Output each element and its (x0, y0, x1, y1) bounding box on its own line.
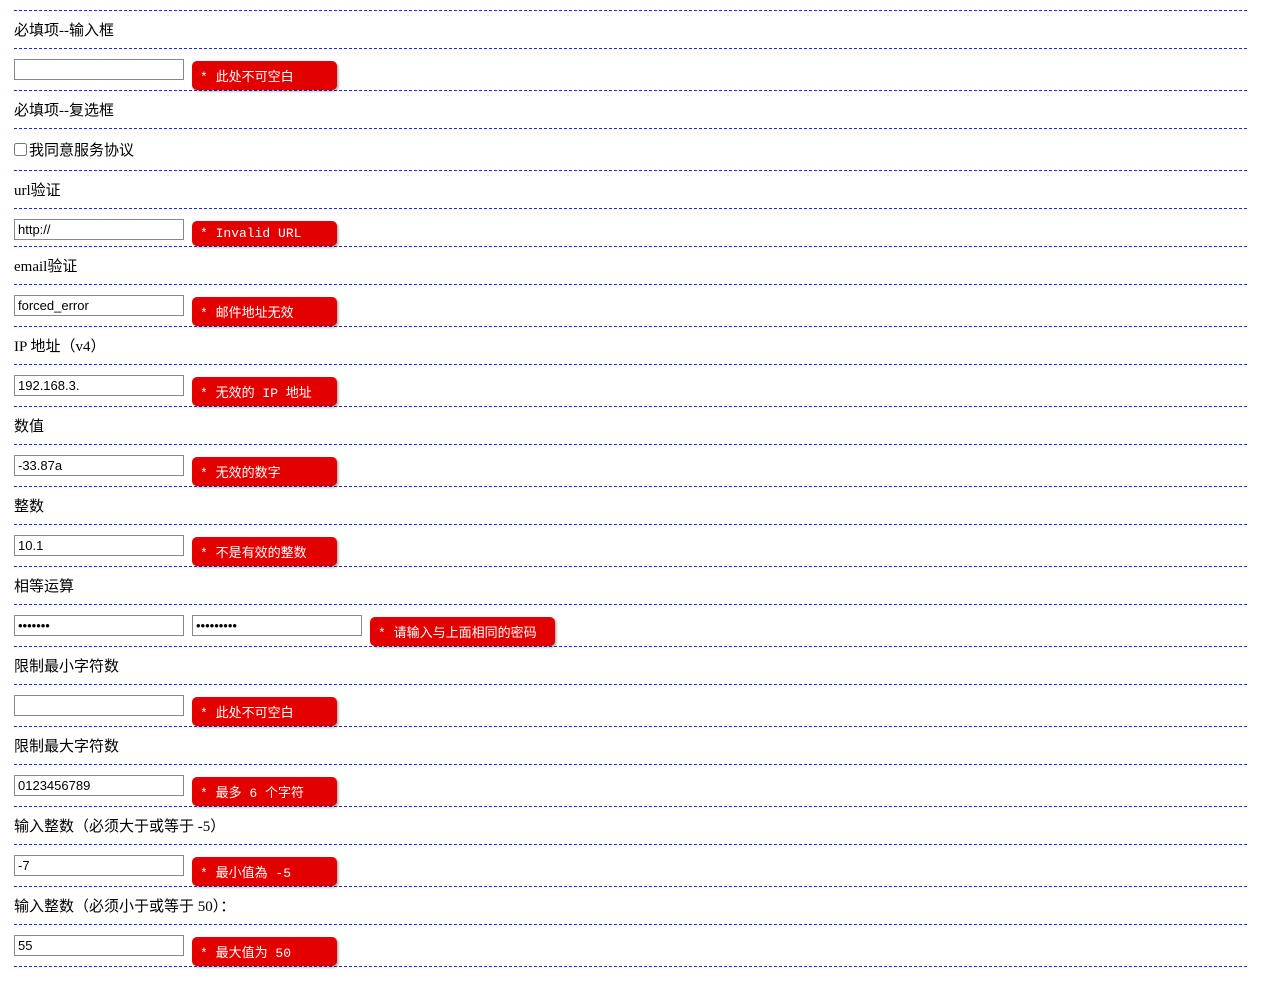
number-label: 数值 (14, 407, 1247, 445)
max-error: * 最大值为 50 (192, 937, 337, 966)
url-label: url验证 (14, 171, 1247, 209)
agree-checkbox[interactable] (14, 143, 27, 156)
password-input-2[interactable] (192, 615, 362, 636)
required-input-error: * 此处不可空白 (192, 61, 337, 90)
max-label: 输入整数（必须小于或等于 50）： (14, 887, 1247, 925)
integer-label: 整数 (14, 487, 1247, 525)
ip-input[interactable] (14, 375, 184, 396)
ip-error: * 无效的 IP 地址 (192, 377, 337, 406)
min-label: 输入整数（必须大于或等于 -5） (14, 807, 1247, 845)
max-input[interactable] (14, 935, 184, 956)
email-error: * 邮件地址无效 (192, 297, 337, 326)
url-input[interactable] (14, 219, 184, 240)
minlen-input[interactable] (14, 695, 184, 716)
email-input[interactable] (14, 295, 184, 316)
integer-error: * 不是有效的整数 (192, 537, 337, 566)
equal-label: 相等运算 (14, 567, 1247, 605)
minlen-label: 限制最小字符数 (14, 647, 1247, 685)
maxlen-input[interactable] (14, 775, 184, 796)
ip-label: IP 地址（v4） (14, 327, 1247, 365)
required-input-label: 必填项--输入框 (14, 11, 1247, 49)
password-input-1[interactable] (14, 615, 184, 636)
email-label: email验证 (14, 247, 1247, 285)
maxlen-error: * 最多 6 个字符 (192, 777, 337, 806)
minlen-error: * 此处不可空白 (192, 697, 337, 726)
equal-error: * 请输入与上面相同的密码 (370, 617, 555, 646)
required-input[interactable] (14, 59, 184, 80)
number-input[interactable] (14, 455, 184, 476)
maxlen-label: 限制最大字符数 (14, 727, 1247, 765)
integer-input[interactable] (14, 535, 184, 556)
required-checkbox-label: 必填项--复选框 (14, 91, 1247, 129)
agree-checkbox-label: 我同意服务协议 (29, 143, 134, 159)
min-input[interactable] (14, 855, 184, 876)
min-error: * 最小值為 -5 (192, 857, 337, 886)
number-error: * 无效的数字 (192, 457, 337, 486)
url-error: * Invalid URL (192, 221, 337, 246)
